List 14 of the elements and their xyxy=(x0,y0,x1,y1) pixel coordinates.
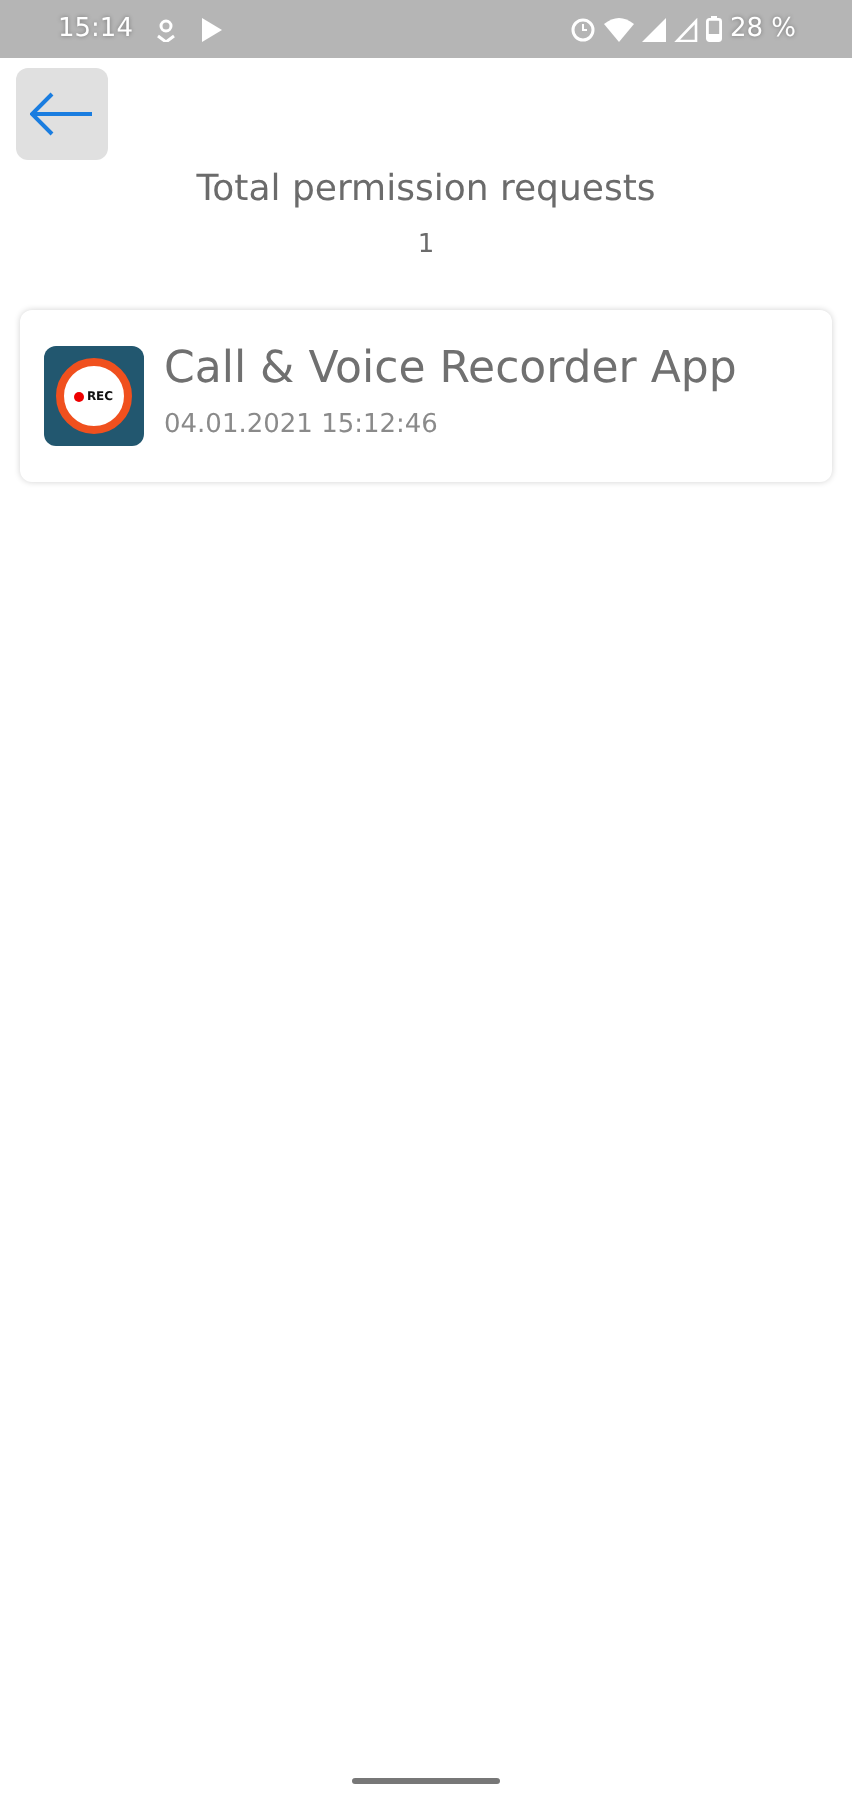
back-arrow-icon xyxy=(30,92,94,136)
request-date: 04.01.2021 15:12:46 xyxy=(164,410,440,440)
app-name: Call & Voice Recorder App xyxy=(164,344,737,394)
signal-icon xyxy=(641,17,666,41)
status-time: 15:14 xyxy=(58,14,133,44)
request-count: 1 xyxy=(415,230,437,260)
signal-icon xyxy=(673,17,698,41)
alarm-icon xyxy=(569,16,596,42)
play-store-icon xyxy=(200,17,223,41)
page-title: Total permission requests xyxy=(194,168,658,210)
wifi-icon xyxy=(603,17,634,41)
battery-icon xyxy=(705,16,722,42)
battery-percentage: 28 % xyxy=(729,14,796,44)
back-button[interactable] xyxy=(16,68,108,160)
